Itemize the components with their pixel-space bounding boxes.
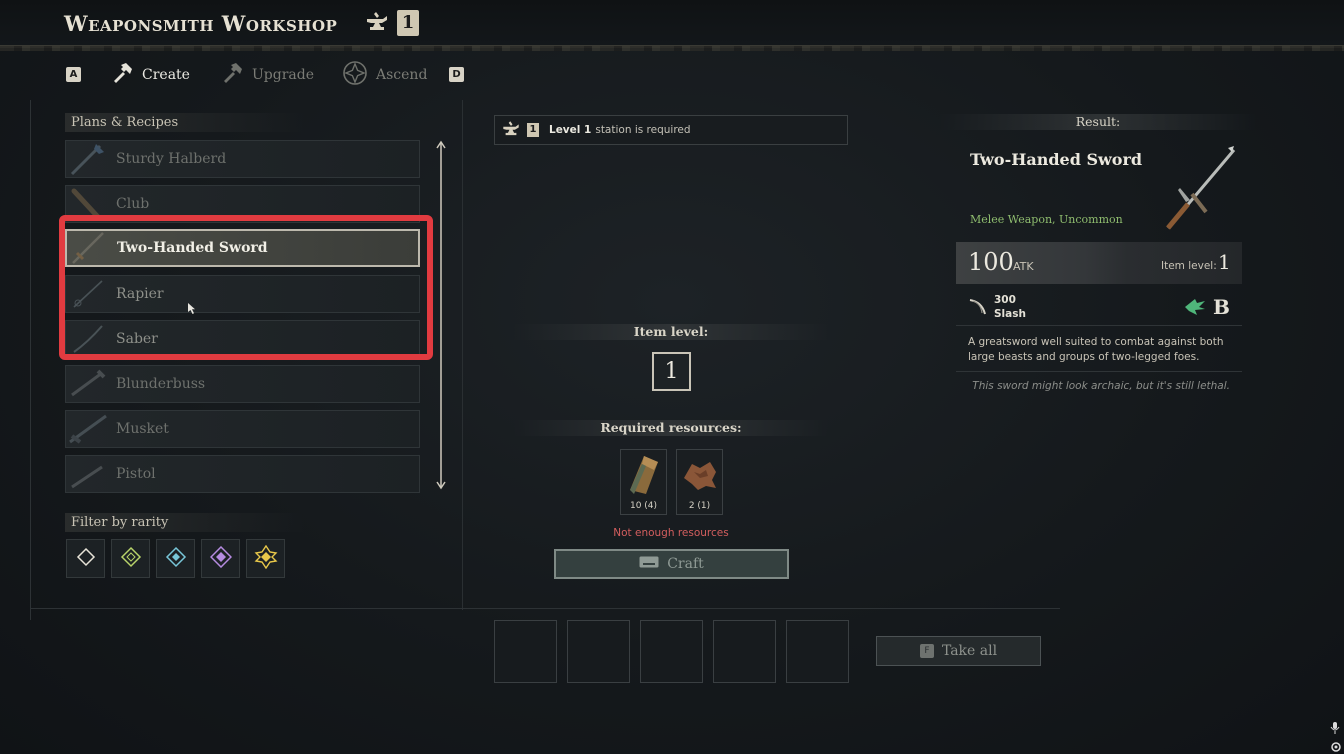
two-handed-sword-icon [1156, 144, 1240, 238]
recipe-item[interactable]: Blunderbuss [65, 365, 420, 403]
rarity-filter-rare[interactable] [156, 539, 195, 578]
recipe-item[interactable]: Pistol [65, 455, 420, 493]
slash-icon [968, 298, 988, 320]
bottom-divider [30, 608, 1060, 609]
result-flavor-text: This sword might look archaic, but it's … [972, 380, 1230, 392]
resources-label: Required resources: [514, 420, 828, 436]
attack-value: 100 [968, 248, 1014, 276]
anvil-icon [501, 120, 521, 141]
settings-icon [1330, 738, 1341, 752]
output-slot[interactable] [786, 620, 849, 683]
rarity-filter-legendary[interactable] [246, 539, 285, 578]
recipes-scrollbar[interactable] [436, 140, 446, 490]
take-all-key: F [919, 644, 934, 658]
output-slot[interactable] [494, 620, 557, 683]
recipe-item[interactable]: Sturdy Halberd [65, 140, 420, 178]
rarity-filter-common[interactable] [66, 539, 105, 578]
keyboard-key-icon [639, 556, 659, 572]
resources-warning: Not enough resources [613, 527, 729, 539]
filter-label: Filter by rarity [65, 513, 305, 532]
microphone-icon [1330, 719, 1340, 734]
resource-tile[interactable]: 2 (1) [676, 449, 723, 515]
recipe-name: Blunderbuss [116, 376, 206, 392]
station-level-badge: 1 [397, 10, 419, 36]
item-level-label: Item level: [514, 324, 828, 340]
hide-icon [680, 454, 720, 498]
result-item-level-value: 1 [1218, 250, 1231, 274]
pistol-icon [66, 456, 110, 492]
result-description: A greatsword well suited to combat again… [968, 336, 1224, 363]
mouse-cursor-icon [188, 299, 196, 318]
result-divider [956, 325, 1242, 326]
diamond-icon [76, 547, 96, 571]
plans-label: Plans & Recipes [65, 113, 305, 132]
resource-tile[interactable]: 10 (4) [620, 449, 667, 515]
recipe-name: Pistol [116, 466, 156, 482]
page-title: Weaponsmith Workshop [64, 11, 338, 36]
recipe-name: Club [116, 196, 150, 212]
rarity-filter-epic[interactable] [201, 539, 240, 578]
result-divider [956, 371, 1242, 372]
diamond-icon [165, 546, 187, 572]
prev-tab-key[interactable]: A [66, 67, 81, 82]
tab-create-label: Create [142, 67, 190, 83]
upgrade-hammer-icon [220, 61, 244, 89]
ascend-star-icon [342, 60, 368, 90]
requirement-suffix: station is required [595, 124, 691, 136]
result-item-type: Melee Weapon, Uncommon [970, 213, 1123, 226]
tab-create[interactable]: Create [110, 62, 190, 88]
item-level-value[interactable]: 1 [652, 352, 691, 391]
left-border [30, 100, 31, 620]
station-level-badge: 1 [527, 123, 539, 137]
anvil-icon [364, 10, 390, 40]
damage-type: Slash [994, 308, 1026, 320]
resource-count: 2 (1) [688, 501, 711, 511]
result-item-level-label: Item level: [1161, 260, 1217, 272]
tab-upgrade[interactable]: Upgrade [220, 62, 314, 88]
damage-value: 300 [994, 294, 1016, 306]
hammer-icon [110, 61, 134, 89]
take-all-label: Take all [941, 643, 998, 659]
scaling-grade: B [1213, 295, 1230, 319]
tab-upgrade-label: Upgrade [252, 67, 315, 83]
musket-icon [66, 411, 110, 447]
tab-ascend[interactable]: Ascend [342, 60, 428, 90]
output-slot[interactable] [640, 620, 703, 683]
output-slot[interactable] [713, 620, 776, 683]
output-slot[interactable] [567, 620, 630, 683]
next-tab-key[interactable]: D [449, 67, 464, 82]
recipe-name: Sturdy Halberd [116, 151, 227, 167]
craft-button[interactable]: Craft [554, 549, 789, 579]
resource-count: 10 (4) [629, 501, 658, 511]
workshop-header: Weaponsmith Workshop 1 [0, 0, 1344, 51]
result-item-name: Two-Handed Sword [970, 150, 1143, 169]
blunderbuss-icon [66, 366, 110, 402]
selection-highlight-box [59, 215, 433, 360]
result-label: Result: [940, 114, 1256, 130]
diamond-icon [209, 545, 232, 572]
attack-unit: ATK [1013, 260, 1034, 273]
diamond-icon [120, 546, 142, 572]
rarity-filter-uncommon[interactable] [111, 539, 150, 578]
recipe-name: Musket [116, 421, 169, 437]
tab-ascend-label: Ascend [376, 67, 428, 83]
ingot-icon [624, 452, 664, 500]
scaling-wing-icon [1183, 297, 1207, 321]
craft-label: Craft [667, 556, 704, 572]
recipe-item[interactable]: Musket [65, 410, 420, 448]
column-divider [462, 100, 463, 610]
take-all-button[interactable]: F Take all [876, 636, 1041, 666]
requirement-level-text: Level 1 [549, 124, 592, 136]
station-requirement: 1 Level 1 station is required [494, 115, 848, 145]
diamond-icon [254, 544, 278, 573]
halberd-icon [66, 141, 110, 177]
